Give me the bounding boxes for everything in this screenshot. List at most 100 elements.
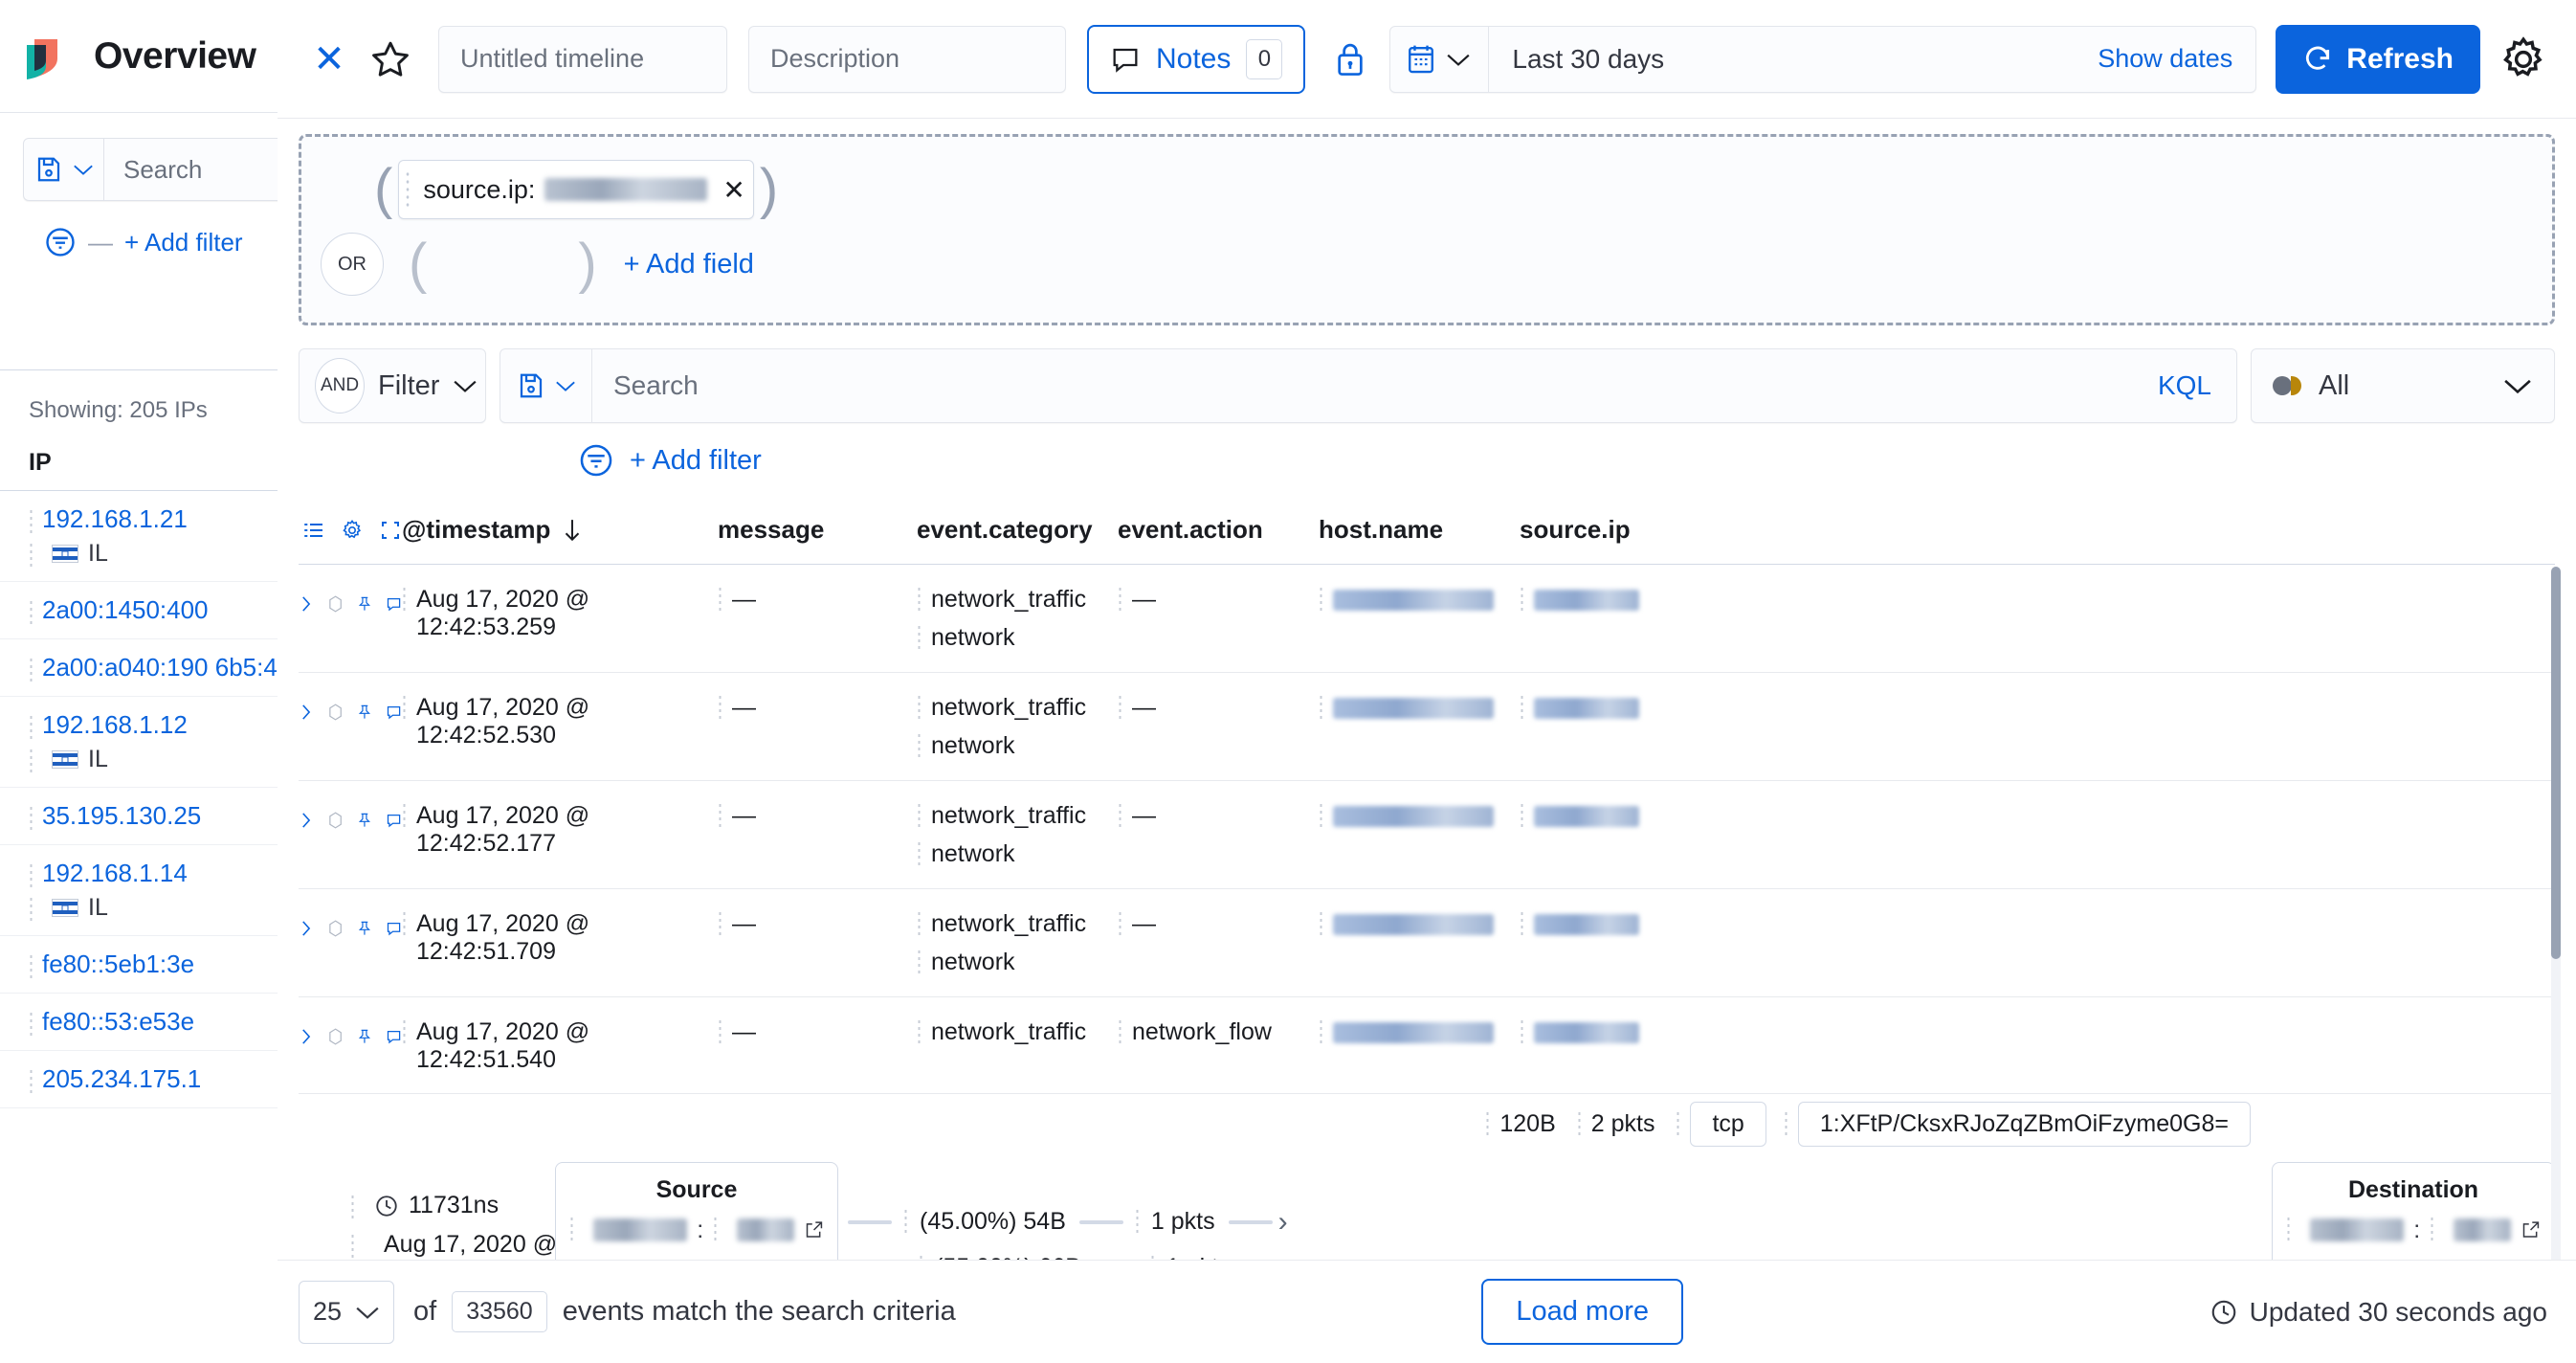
comment-icon[interactable] xyxy=(386,1023,402,1050)
drag-handle-icon[interactable] xyxy=(29,714,33,739)
show-dates-button[interactable]: Show dates xyxy=(2098,44,2232,74)
drag-handle-icon[interactable] xyxy=(29,805,33,830)
refresh-button[interactable]: Refresh xyxy=(2276,25,2480,94)
table-row[interactable]: Aug 17, 2020 @ 12:42:53.259 — network_tr… xyxy=(299,565,2555,673)
list-item[interactable]: 192.168.1.14IL xyxy=(0,845,278,936)
pin-icon[interactable] xyxy=(357,806,372,835)
cell-source-ip[interactable] xyxy=(1520,802,1721,831)
list-item[interactable]: 192.168.1.21IL xyxy=(0,491,278,582)
add-to-case-icon[interactable] xyxy=(327,698,344,726)
cell-timestamp[interactable]: Aug 17, 2020 @ 12:42:51.540 xyxy=(402,1018,718,1074)
add-to-case-icon[interactable] xyxy=(327,590,344,618)
cell-timestamp[interactable]: Aug 17, 2020 @ 12:42:53.259 xyxy=(402,586,718,641)
ip-value[interactable]: fe80::5eb1:3e xyxy=(29,950,278,979)
cell-event-category[interactable]: network_trafficnetwork xyxy=(917,694,1118,761)
column-header-host-name[interactable]: host.name xyxy=(1319,515,1520,545)
table-row[interactable]: Aug 17, 2020 @ 12:42:51.540 — network_tr… xyxy=(299,997,2555,1094)
timeline-title-input[interactable]: Untitled timeline xyxy=(438,26,727,93)
close-icon[interactable]: ✕ xyxy=(302,33,356,86)
column-header-timestamp[interactable]: @timestamp xyxy=(402,515,718,545)
drag-handle-icon[interactable] xyxy=(29,542,33,567)
saved-query-button[interactable] xyxy=(500,349,592,422)
column-header-event-category[interactable]: event.category xyxy=(917,515,1118,545)
add-to-case-icon[interactable] xyxy=(327,806,344,835)
drag-handle-icon[interactable] xyxy=(29,862,33,887)
list-item[interactable]: 2a00:a040:190 6b5:4e48 xyxy=(0,639,278,697)
cell-host-name[interactable] xyxy=(1319,910,1520,939)
cell-timestamp[interactable]: Aug 17, 2020 @ 12:42:52.177 xyxy=(402,802,718,858)
ip-value[interactable]: 192.168.1.14 xyxy=(29,859,278,888)
comment-icon[interactable] xyxy=(386,915,402,942)
ip-column-header[interactable]: IP xyxy=(0,449,278,491)
load-more-button[interactable]: Load more xyxy=(1481,1279,1683,1345)
table-row[interactable]: Aug 17, 2020 @ 12:42:51.709 — network_tr… xyxy=(299,889,2555,997)
expand-row-icon[interactable] xyxy=(299,590,314,618)
cell-timestamp[interactable]: Aug 17, 2020 @ 12:42:51.709 xyxy=(402,910,718,966)
comment-icon[interactable] xyxy=(386,699,402,726)
ip-value[interactable]: 205.234.175.1 xyxy=(29,1064,278,1094)
cell-source-ip[interactable] xyxy=(1520,586,1721,614)
expand-row-icon[interactable] xyxy=(299,698,314,726)
list-view-icon[interactable] xyxy=(302,516,325,545)
comment-icon[interactable] xyxy=(386,807,402,834)
kql-language-button[interactable]: KQL xyxy=(2133,370,2236,401)
drag-handle-icon[interactable] xyxy=(29,748,33,772)
timeline-description-input[interactable]: Description xyxy=(748,26,1066,93)
cell-event-category[interactable]: network_trafficnetwork xyxy=(917,910,1118,977)
cell-event-action[interactable]: — xyxy=(1118,586,1319,614)
pin-icon[interactable] xyxy=(357,1022,372,1051)
pin-icon[interactable] xyxy=(357,914,372,943)
ip-value[interactable]: 2a00:a040:190 6b5:4e48 xyxy=(29,653,278,682)
cell-event-action[interactable]: — xyxy=(1118,910,1319,939)
column-header-event-action[interactable]: event.action xyxy=(1118,515,1319,545)
external-link-icon[interactable] xyxy=(804,1218,824,1241)
cell-source-ip[interactable] xyxy=(1520,1018,1721,1047)
timeline-search-bar[interactable]: Search KQL xyxy=(500,348,2237,423)
filter-mode-selector[interactable]: AND Filter xyxy=(299,348,486,423)
cell-host-name[interactable] xyxy=(1319,586,1520,614)
pin-icon[interactable] xyxy=(357,698,372,726)
drag-handle-icon[interactable] xyxy=(29,953,33,978)
drag-handle-icon[interactable] xyxy=(29,657,33,682)
lock-icon[interactable] xyxy=(1322,32,1378,87)
cell-source-ip[interactable] xyxy=(1520,694,1721,723)
table-row[interactable]: Aug 17, 2020 @ 12:42:52.177 — network_tr… xyxy=(299,781,2555,889)
cell-event-category[interactable]: network_trafficnetwork xyxy=(917,586,1118,653)
favorite-star-icon[interactable] xyxy=(364,33,417,86)
list-item[interactable]: 2a00:1450:400 xyxy=(0,582,278,639)
notes-button[interactable]: Notes 0 xyxy=(1087,25,1305,94)
cell-event-category[interactable]: network_trafficnetwork xyxy=(917,802,1118,869)
list-item[interactable]: 35.195.130.25 xyxy=(0,788,278,845)
ip-value[interactable]: 192.168.1.12 xyxy=(29,710,278,740)
data-source-selector[interactable]: All xyxy=(2251,348,2555,423)
data-provider-field[interactable]: source.ip: xyxy=(423,175,535,205)
cell-timestamp[interactable]: Aug 17, 2020 @ 12:42:52.530 xyxy=(402,694,718,749)
list-item[interactable]: 205.234.175.1 xyxy=(0,1051,278,1108)
gear-icon[interactable] xyxy=(2494,30,2553,89)
gear-icon[interactable] xyxy=(341,516,364,545)
ip-value[interactable]: fe80::53:e53e xyxy=(29,1007,278,1037)
drag-handle-icon[interactable] xyxy=(405,170,411,209)
external-link-icon[interactable] xyxy=(2520,1218,2541,1241)
column-header-message[interactable]: message xyxy=(718,515,917,545)
timeline-add-filter-label[interactable]: + Add filter xyxy=(630,445,762,477)
column-header-source-ip[interactable]: source.ip xyxy=(1520,515,1721,545)
vertical-scrollbar-thumb[interactable] xyxy=(2551,567,2561,959)
cell-source-ip[interactable] xyxy=(1520,910,1721,939)
ip-value[interactable]: 35.195.130.25 xyxy=(29,801,278,831)
data-providers-dropzone[interactable]: ( source.ip: ✕ ) OR ( ) + Add field xyxy=(299,134,2555,325)
list-item[interactable]: fe80::5eb1:3e xyxy=(0,936,278,994)
list-item[interactable]: 192.168.1.12IL xyxy=(0,697,278,788)
add-to-case-icon[interactable] xyxy=(327,1022,344,1051)
comment-icon[interactable] xyxy=(386,591,402,617)
fullscreen-icon[interactable] xyxy=(379,516,402,545)
timeline-add-filter-row[interactable]: + Add filter xyxy=(578,442,2576,479)
ip-value[interactable]: 192.168.1.21 xyxy=(29,504,278,534)
drag-handle-icon[interactable] xyxy=(29,1011,33,1036)
drag-handle-icon[interactable] xyxy=(29,1068,33,1093)
pin-icon[interactable] xyxy=(357,590,372,618)
ip-value[interactable]: 2a00:1450:400 xyxy=(29,595,278,625)
background-add-filter-label[interactable]: + Add filter xyxy=(124,228,243,257)
remove-provider-icon[interactable]: ✕ xyxy=(722,174,744,206)
per-page-select[interactable]: 25 xyxy=(299,1281,394,1344)
